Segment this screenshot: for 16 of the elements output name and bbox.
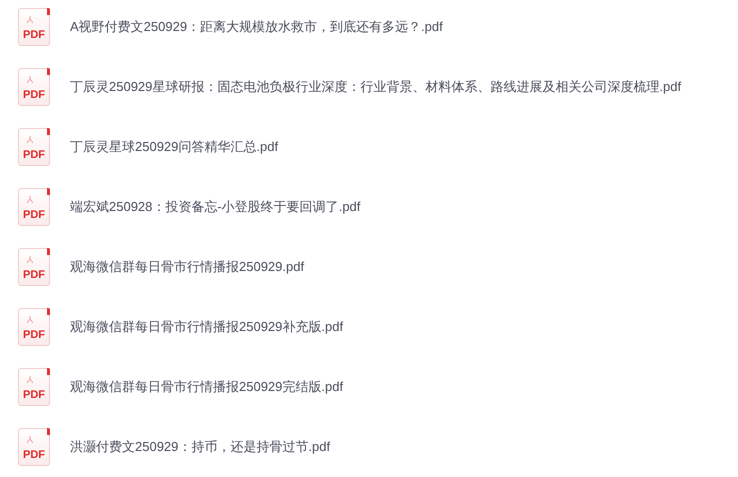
file-name[interactable]: 观海微信群每日骨市行情播报250929补充版.pdf — [70, 318, 344, 336]
file-name[interactable]: 观海微信群每日骨市行情播报250929.pdf — [70, 258, 304, 276]
file-name[interactable]: 洪灏付费文250929：持币，还是持骨过节.pdf — [70, 438, 330, 456]
pdf-file-icon: PDF — [18, 128, 50, 166]
pdf-file-icon: PDF — [18, 68, 50, 106]
pdf-file-icon: PDF — [18, 428, 50, 466]
pdf-file-icon: PDF — [18, 308, 50, 346]
file-name[interactable]: 丁辰灵星球250929问答精华汇总.pdf — [70, 138, 278, 156]
pdf-file-icon: PDF — [18, 248, 50, 286]
file-name[interactable]: 端宏斌250928：投资备忘-小登股终于要回调了.pdf — [70, 198, 360, 216]
pdf-file-icon: PDF — [18, 8, 50, 46]
file-name[interactable]: A视野付费文250929：距离大规模放水救市，到底还有多远？.pdf — [70, 18, 443, 36]
pdf-file-icon: PDF — [18, 368, 50, 406]
pdf-file-icon: PDF — [18, 188, 50, 226]
file-name[interactable]: 观海微信群每日骨市行情播报250929完结版.pdf — [70, 378, 344, 396]
file-name[interactable]: 丁辰灵250929星球研报：固态电池负极行业深度：行业背景、材料体系、路线进展及相关公司深度梳理.pdf — [70, 78, 682, 96]
